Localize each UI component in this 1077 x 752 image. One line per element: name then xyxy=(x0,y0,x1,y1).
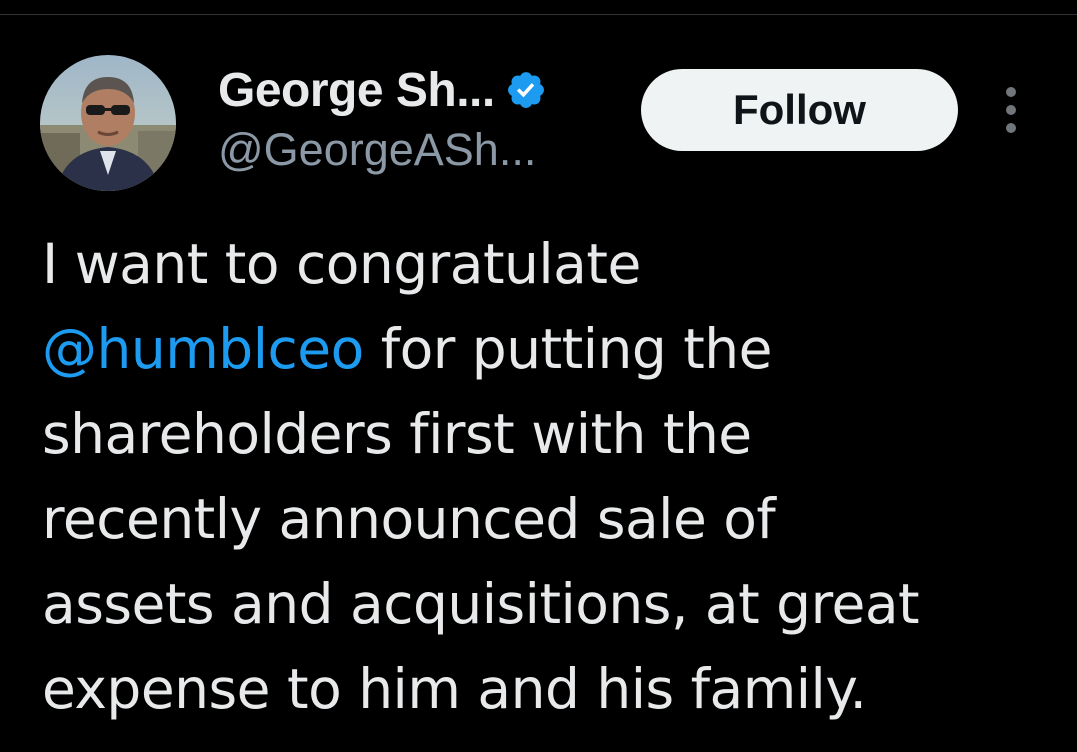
mention-link[interactable]: @humblceo xyxy=(42,317,364,381)
tweet-line: shareholders first with the xyxy=(42,402,752,466)
tweet-line-text: for putting the xyxy=(363,317,773,381)
tweet-line: expense to him and his family. xyxy=(42,657,867,721)
follow-button[interactable]: Follow xyxy=(641,69,958,151)
author-avatar[interactable] xyxy=(40,55,176,191)
verified-badge-icon xyxy=(505,69,547,111)
author-name-row: George Sh... xyxy=(218,58,547,122)
tweet-line: recently announced sale of xyxy=(42,487,776,551)
author-display-name[interactable]: George Sh... xyxy=(218,63,495,118)
tweet-line: I want to congratulate xyxy=(42,232,641,296)
tweet-text: I want to congratulate @humblceo for put… xyxy=(42,222,1052,732)
author-handle[interactable]: @GeorgeASh... xyxy=(218,124,536,176)
avatar-image xyxy=(40,55,176,191)
tweet-line: @humblceo for putting the xyxy=(42,307,1052,392)
tweet-card: George Sh... @GeorgeASh... Follow I want… xyxy=(0,0,1077,752)
divider xyxy=(0,14,1077,15)
tweet-line: assets and acquisitions, at great xyxy=(42,572,920,636)
vertical-ellipsis-icon[interactable] xyxy=(996,82,1026,138)
